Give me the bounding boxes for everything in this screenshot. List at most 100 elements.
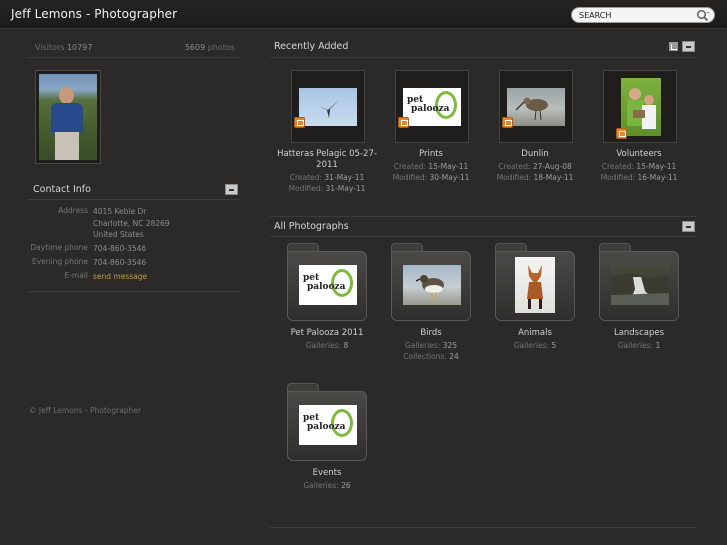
- address-line1: 4015 Keble Dr: [93, 207, 147, 216]
- thumbnail-image: [507, 88, 565, 126]
- logo-text-palooza: palooza: [307, 282, 346, 292]
- visitors-label: Visitors: [35, 43, 65, 52]
- photos-count: 5609: [184, 43, 206, 52]
- search-input[interactable]: [579, 9, 694, 21]
- search-box[interactable]: [571, 7, 715, 23]
- send-message-link[interactable]: send message: [93, 271, 147, 283]
- bird-photo: [403, 265, 461, 305]
- gallery-created: Created: 15-May-11: [587, 161, 691, 172]
- pet-palooza-logo-image: pet palooza: [299, 265, 357, 305]
- created-label: Created:: [601, 162, 634, 171]
- site-title[interactable]: Jeff Lemons - Photographer: [11, 7, 177, 21]
- collections-label: Collections:: [403, 352, 447, 361]
- gallery-thumbnail[interactable]: [603, 70, 677, 143]
- all-photos-top-divider: [270, 216, 697, 217]
- evening-phone-label: Evening phone: [32, 257, 88, 266]
- address-value: 4015 Keble Dr Charlotte, NC 28269 United…: [93, 206, 170, 241]
- collapse-recent-button[interactable]: [682, 41, 695, 52]
- galleries-count: 1: [655, 341, 661, 350]
- gallery-modified: Modified: 16-May-11: [587, 172, 691, 183]
- galleries-label: Galleries:: [303, 481, 339, 490]
- logo-text-palooza: palooza: [307, 422, 346, 432]
- modified-date: 16-May-11: [637, 173, 678, 182]
- gallery-badge-icon: [502, 117, 513, 128]
- address-label: Address: [58, 206, 88, 215]
- galleries-label: Galleries:: [305, 341, 342, 350]
- collections-count: 24: [449, 352, 459, 361]
- gallery-title[interactable]: Prints: [379, 149, 483, 160]
- created-date: 27-Aug-08: [532, 162, 572, 171]
- all-photographs-header: All Photographs: [270, 218, 697, 236]
- folder-icon[interactable]: pet palooza: [287, 383, 367, 461]
- folder-icon[interactable]: [495, 243, 575, 321]
- all-photographs-title: All Photographs: [274, 221, 349, 232]
- created-label: Created:: [393, 162, 426, 171]
- gallery-thumbnail[interactable]: [499, 70, 573, 143]
- daytime-phone-value: 704-860-3546: [93, 244, 147, 253]
- created-label: Created:: [289, 173, 322, 182]
- folder-icon[interactable]: [391, 243, 471, 321]
- collapse-contact-button[interactable]: [225, 184, 238, 195]
- sidebar-divider: [28, 291, 241, 292]
- gallery-badge-icon: [294, 117, 305, 128]
- search-icon[interactable]: [696, 9, 710, 22]
- galleries-count: 8: [343, 341, 349, 350]
- galleries-count: 26: [341, 481, 351, 490]
- modified-label: Modified:: [496, 173, 532, 182]
- category-title[interactable]: Pet Palooza 2011: [275, 328, 379, 339]
- modified-label: Modified:: [288, 184, 324, 193]
- category-galleries: Galleries: 26: [275, 480, 379, 491]
- daytime-phone-label: Daytime phone: [30, 243, 88, 252]
- waterfall-photo: [611, 265, 669, 305]
- category-galleries: Galleries: 5: [483, 340, 587, 351]
- folder-icon[interactable]: [599, 243, 679, 321]
- created-date: 31-May-11: [324, 173, 365, 182]
- folder-icon[interactable]: pet palooza: [287, 243, 367, 321]
- photos-label: photos: [207, 43, 235, 52]
- gallery-modified: Modified: 18-May-11: [483, 172, 587, 183]
- email-label: E-mail: [64, 271, 88, 280]
- collapse-all-photos-button[interactable]: [682, 221, 695, 232]
- all-photos-divider: [270, 236, 697, 237]
- gallery-title[interactable]: Hatteras Pelagic 05-27-2011: [275, 149, 379, 171]
- gallery-badge-icon: [616, 128, 627, 139]
- gallery-thumbnail[interactable]: pet palooza: [395, 70, 469, 143]
- bottom-divider: [270, 527, 697, 528]
- created-label: Created:: [498, 162, 531, 171]
- pet-palooza-logo-image: pet palooza: [403, 88, 461, 126]
- category-title[interactable]: Birds: [379, 328, 483, 339]
- recently-added-title: Recently Added: [274, 41, 349, 52]
- gallery-title[interactable]: Dunlin: [483, 149, 587, 160]
- photos-stat: 5609 photos: [185, 43, 235, 52]
- category-title[interactable]: Animals: [483, 328, 587, 339]
- gallery-modified: Modified: 30-May-11: [379, 172, 483, 183]
- category-title[interactable]: Landscapes: [587, 328, 691, 339]
- recently-added-header: Recently Added: [270, 38, 697, 56]
- category-galleries: Galleries: 1: [587, 340, 691, 351]
- gallery-created: Created: 31-May-11: [275, 172, 379, 183]
- address-line3: United States: [93, 230, 144, 239]
- site-header: Jeff Lemons - Photographer: [0, 0, 727, 29]
- fox-photo: [515, 257, 555, 313]
- contact-info-header: Contact Info: [28, 180, 241, 200]
- gallery-title[interactable]: Volunteers: [587, 149, 691, 160]
- thumbnail-image: [299, 88, 357, 126]
- profile-photo[interactable]: [35, 70, 101, 164]
- category-galleries: Galleries: 8: [275, 340, 379, 351]
- gallery-thumbnail[interactable]: [291, 70, 365, 143]
- avatar: [39, 74, 97, 160]
- gallery-created: Created: 15-May-11: [379, 161, 483, 172]
- created-date: 15-May-11: [636, 162, 677, 171]
- modified-label: Modified:: [392, 173, 428, 182]
- modified-label: Modified:: [600, 173, 636, 182]
- galleries-label: Galleries:: [404, 341, 441, 350]
- category-title[interactable]: Events: [275, 468, 379, 479]
- modified-date: 31-May-11: [325, 184, 366, 193]
- rss-icon[interactable]: [669, 42, 678, 51]
- galleries-label: Galleries:: [617, 341, 654, 350]
- visitors-stat: Visitors 10797: [35, 43, 92, 52]
- galleries-count: 5: [551, 341, 557, 350]
- recent-divider: [270, 57, 697, 58]
- category-collections: Collections: 24: [379, 351, 483, 362]
- evening-phone-value: 704-860-3546: [93, 258, 147, 267]
